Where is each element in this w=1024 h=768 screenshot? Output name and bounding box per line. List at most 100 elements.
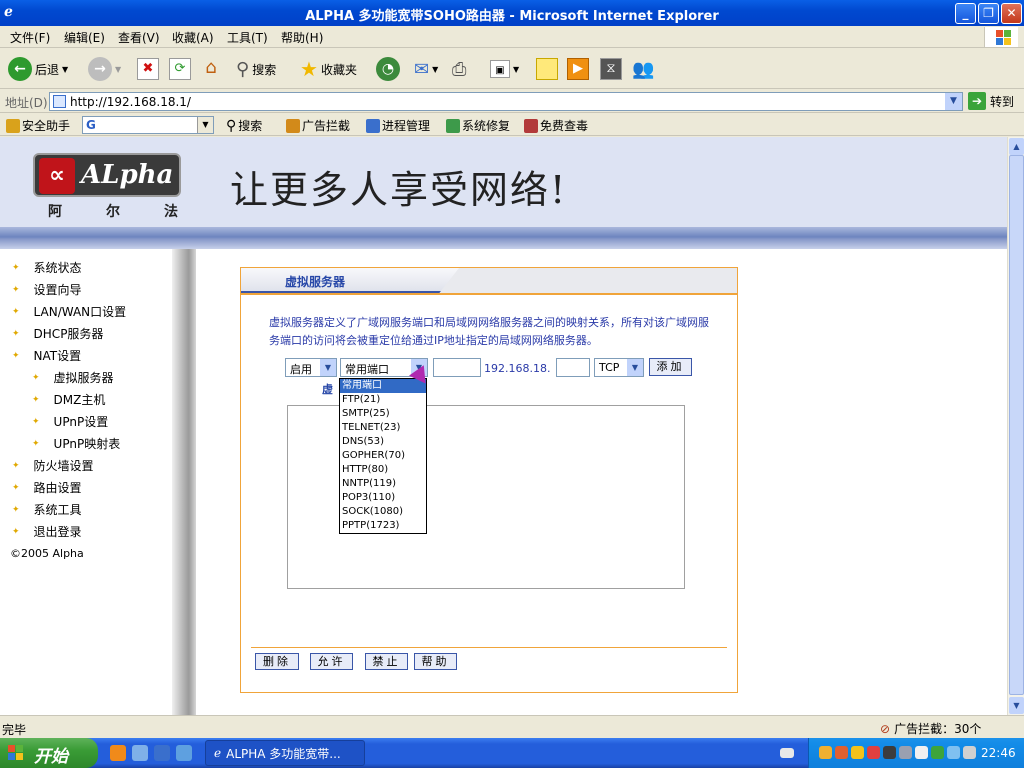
menu-bar: 文件(F) 编辑(E) 查看(V) 收藏(A) 工具(T) 帮助(H) <box>0 26 1024 48</box>
adblock-status[interactable]: ⊘ 广告拦截：30个 <box>880 720 981 737</box>
deny-button[interactable]: 禁止 <box>365 653 408 670</box>
home-button[interactable]: ⌂ <box>200 56 222 82</box>
virtual-server-link[interactable]: 虚 <box>322 381 333 397</box>
search-button[interactable]: ⚲ 搜索 <box>236 56 276 82</box>
menu-help[interactable]: 帮助(H) <box>281 29 323 46</box>
dropdown-option[interactable]: NNTP(119) <box>340 477 426 491</box>
dropdown-option[interactable]: SOCK(1080) <box>340 505 426 519</box>
nav-upnp-table[interactable]: ✦ UPnP映射表 <box>32 435 120 452</box>
tray-umbrella-icon[interactable] <box>931 746 944 759</box>
quicklaunch-desktop-icon[interactable] <box>132 745 148 761</box>
dropdown-option[interactable]: GOPHER(70) <box>340 449 426 463</box>
messenger-button[interactable]: 👥 <box>632 56 654 82</box>
nav-label: UPnP映射表 <box>53 437 121 451</box>
process-manager-button[interactable]: 进程管理 <box>366 117 430 134</box>
tray-qq-icon[interactable] <box>883 746 896 759</box>
menu-view[interactable]: 查看(V) <box>118 29 160 46</box>
scroll-up-icon[interactable]: ▲ <box>1009 138 1024 155</box>
dropdown-option[interactable]: POP3(110) <box>340 491 426 505</box>
nav-firewall[interactable]: ✦ 防火墙设置 <box>12 457 94 474</box>
vertical-scrollbar[interactable]: ▲ ▼ <box>1007 137 1024 715</box>
refresh-icon: ⟳ <box>169 58 191 80</box>
tray-network-icon[interactable] <box>947 746 960 759</box>
security-assistant-button[interactable]: 安全助手 <box>6 117 70 134</box>
nav-setup-wizard[interactable]: ✦ 设置向导 <box>12 281 82 298</box>
scroll-thumb[interactable] <box>1009 155 1024 695</box>
nav-system-tools[interactable]: ✦ 系统工具 <box>12 501 82 518</box>
plugin-search-button[interactable]: ⚲ 搜索 <box>226 117 262 134</box>
ip-last-octet-input[interactable] <box>556 358 590 377</box>
tray-icon[interactable] <box>899 746 912 759</box>
protocol-select[interactable]: TCP ▼ <box>594 358 644 377</box>
menu-file[interactable]: 文件(F) <box>10 29 50 46</box>
bullet-icon: ✦ <box>12 284 20 295</box>
forward-button[interactable]: → ▼ <box>88 56 121 82</box>
notes-button[interactable] <box>536 56 558 82</box>
address-dropdown-icon[interactable]: ▼ <box>945 93 962 110</box>
minimize-button[interactable]: _ <box>955 3 976 24</box>
quicklaunch-firefox-icon[interactable] <box>110 745 126 761</box>
allow-button[interactable]: 允许 <box>310 653 353 670</box>
nav-dhcp[interactable]: ✦ DHCP服务器 <box>12 325 103 342</box>
dropdown-option[interactable]: TELNET(23) <box>340 421 426 435</box>
tray-icon[interactable] <box>819 746 832 759</box>
favorites-label: 收藏夹 <box>320 62 357 77</box>
mail-button[interactable]: ✉ ▼ <box>414 56 438 82</box>
dropdown-option[interactable]: HTTP(80) <box>340 463 426 477</box>
help-button[interactable]: 帮助 <box>414 653 457 670</box>
edit-button[interactable]: ▣ ▼ <box>490 56 519 82</box>
combo-dropdown-icon[interactable]: ▼ <box>197 117 213 133</box>
nav-nat[interactable]: ✦ NAT设置 <box>12 347 81 364</box>
print-button[interactable]: ⎙ <box>452 56 466 82</box>
taskbar-ie-window[interactable]: ℯ ALPHA 多功能宽带... <box>205 740 365 766</box>
scroll-down-icon[interactable]: ▼ <box>1009 697 1024 714</box>
start-button[interactable]: 开始 <box>0 738 98 768</box>
media-button[interactable]: ▶ <box>567 56 589 82</box>
nav-upnp-settings[interactable]: ✦ UPnP设置 <box>32 413 108 430</box>
dropdown-option[interactable]: DNS(53) <box>340 435 426 449</box>
tray-icon[interactable] <box>835 746 848 759</box>
note-icon <box>536 58 558 80</box>
keyboard-icon[interactable] <box>780 748 794 758</box>
dropdown-option[interactable]: FTP(21) <box>340 393 426 407</box>
add-button[interactable]: 添加 <box>649 358 692 376</box>
quicklaunch-ie-icon[interactable] <box>154 745 170 761</box>
tray-volume-icon[interactable] <box>963 746 976 759</box>
nav-system-status[interactable]: ✦ 系统状态 <box>12 259 82 276</box>
tray-qq-icon[interactable] <box>851 746 864 759</box>
plugin-search-icon: ⚲ <box>226 117 237 134</box>
nav-dmz[interactable]: ✦ DMZ主机 <box>32 391 105 408</box>
back-button[interactable]: ← 后退 ▼ <box>8 56 68 82</box>
stop-button[interactable]: ✖ <box>137 56 159 82</box>
menu-edit[interactable]: 编辑(E) <box>64 29 105 46</box>
address-input[interactable]: http://192.168.18.1/ ▼ <box>49 92 963 111</box>
enable-select[interactable]: 启用 ▼ <box>285 358 337 377</box>
delete-button[interactable]: 删除 <box>255 653 299 670</box>
nav-virtual-server[interactable]: ✦ 虚拟服务器 <box>32 369 114 386</box>
tray-icon[interactable] <box>915 746 928 759</box>
history-button[interactable]: ◔ <box>376 56 400 82</box>
antivirus-label: 免费查毒 <box>540 119 589 133</box>
menu-favorites[interactable]: 收藏(A) <box>172 29 214 46</box>
tool-button[interactable]: ⧖ <box>600 56 622 82</box>
tray-qq-icon[interactable] <box>867 746 880 759</box>
taskbar: 开始 ℯ ALPHA 多功能宽带... 22:46 <box>0 738 1024 768</box>
nav-routing[interactable]: ✦ 路由设置 <box>12 479 82 496</box>
nav-lan-wan[interactable]: ✦ LAN/WAN口设置 <box>12 303 126 320</box>
system-repair-button[interactable]: 系统修复 <box>446 117 510 134</box>
maximize-button[interactable]: ❐ <box>978 3 999 24</box>
search-engine-combo[interactable]: G ▼ <box>82 116 214 134</box>
refresh-button[interactable]: ⟳ <box>169 56 191 82</box>
favorites-button[interactable]: ★ 收藏夹 <box>300 56 357 82</box>
quicklaunch-media-icon[interactable] <box>176 745 192 761</box>
plugin-search-label: 搜索 <box>238 119 263 133</box>
nav-logout[interactable]: ✦ 退出登录 <box>12 523 82 540</box>
dropdown-option[interactable]: PPTP(1723) <box>340 519 426 533</box>
close-button[interactable]: ✕ <box>1001 3 1022 24</box>
adblock-button[interactable]: 广告拦截 <box>286 117 350 134</box>
antivirus-button[interactable]: 免费查毒 <box>524 117 588 134</box>
dropdown-option[interactable]: SMTP(25) <box>340 407 426 421</box>
go-button[interactable]: ➔ 转到 <box>968 92 1014 110</box>
service-port-input[interactable] <box>433 358 481 377</box>
menu-tools[interactable]: 工具(T) <box>227 29 268 46</box>
